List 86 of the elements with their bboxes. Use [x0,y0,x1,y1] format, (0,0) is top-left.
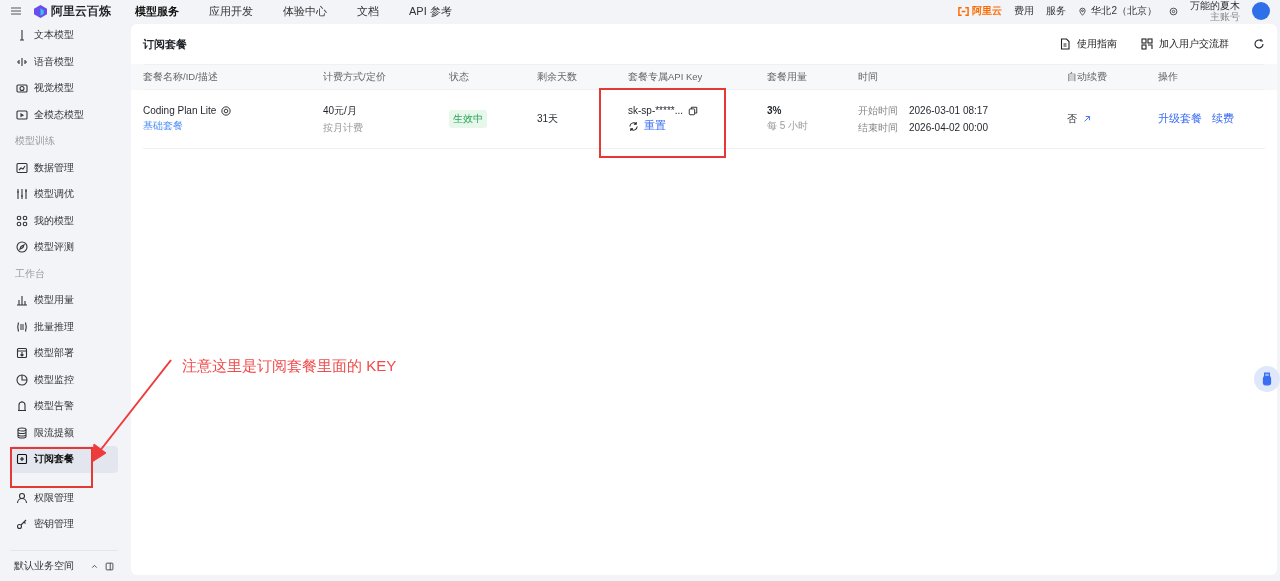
billing-method: 按月计费 [323,120,364,135]
nav-tab[interactable]: 文档 [357,3,379,19]
page-title: 订阅套餐 [143,36,187,52]
sidebar-item[interactable]: 视觉模型 [10,75,118,102]
sidebar-item[interactable]: 模型评测 [10,234,118,261]
user-role: 主账号 [1210,11,1240,22]
nav-tab[interactable]: API 参考 [409,3,452,19]
operation-link[interactable]: 续费 [1212,112,1234,126]
waveform-icon [16,55,28,68]
column-header: 套餐名称/ID/描述 [143,64,323,90]
column-header: 套餐专属API Key [628,64,767,90]
sidebar-item[interactable]: 我的模型 [10,207,118,234]
usage-percent: 3% [767,105,783,116]
start-time: 2026-03-01 08:17 [909,105,988,116]
sidebar-item[interactable]: 批量推理 [10,313,118,340]
sidebar-item[interactable]: 权限管理 [10,484,118,511]
column-header: 套餐用量 [767,64,858,90]
usage-period: 每 5 小时 [767,119,810,133]
camera-icon [16,82,28,95]
sidebar-item[interactable]: 模型部署 [10,340,118,367]
sidebar-item[interactable]: 限流提额 [10,419,118,446]
pie-icon [16,373,28,386]
auto-renew-value: 否 [1067,112,1077,126]
usb-drive-icon [1260,372,1274,386]
refresh-icon [1253,38,1265,50]
column-header: 计费方式/定价 [323,64,449,90]
column-header: 操作 [1158,64,1265,90]
nav-tab[interactable]: 体验中心 [283,3,327,19]
sidebar-item[interactable]: 模型用量 [10,287,118,314]
chart-icon [16,161,28,174]
join-group-button[interactable]: 加入用户交流群 [1141,37,1229,51]
bracket-logo-icon [958,5,970,17]
column-header: 自动续费 [1067,64,1158,90]
sidebar-item[interactable]: 模型监控 [10,366,118,393]
sidebar-section-label: 模型训练 [14,134,56,149]
settings-icon [1169,6,1178,16]
annotation-text: 注意这里是订阅套餐里面的 KEY [182,357,397,376]
plan-name: Coding Plan Lite [143,105,217,116]
guide-button[interactable]: 使用指南 [1059,37,1117,51]
sidebar-item[interactable]: 数据管理 [10,154,118,181]
days-remaining: 31天 [537,112,560,126]
workspace-selector[interactable]: 默认业务空间 [14,559,74,573]
sidebar-item[interactable]: 文本模型 [10,22,118,49]
sidebar-item[interactable]: 语音模型 [10,48,118,75]
region-selector[interactable]: 华北2（北京） [1091,4,1157,18]
brand-name: 阿里云百炼 [51,2,111,20]
sidebar-item[interactable]: 密钥管理 [10,511,118,538]
sidebar-section-label: 工作台 [14,266,46,281]
column-header: 状态 [449,64,537,90]
end-time: 2026-04-02 00:00 [909,122,988,133]
nav-tab[interactable]: 应用开发 [209,3,253,19]
logo-icon [34,4,47,18]
avatar[interactable] [1252,2,1270,20]
bar-chart-icon [16,294,28,307]
location-icon [1078,6,1088,16]
column-header: 剩余天数 [537,64,628,90]
compass-icon [16,241,28,254]
reset-link[interactable]: 重置 [644,119,666,133]
copy-icon [688,105,698,116]
column-header: 时间 [858,64,1067,90]
grid-icon [16,214,28,227]
header-link[interactable]: 服务 [1046,4,1067,18]
sliders-icon [16,188,28,201]
refresh-icon [628,120,639,132]
external-arrow-icon [1082,114,1092,124]
key-icon [16,518,28,531]
document-icon [1059,38,1071,50]
sidebar-item[interactable]: 模型调优 [10,181,118,208]
menu-icon [10,5,22,17]
start-label: 开始时间 [858,103,898,118]
price: 40元/月 [323,103,358,118]
download-box-icon [16,347,28,360]
user-icon [16,491,28,504]
end-label: 结束时间 [858,120,898,135]
qr-grid-icon [1141,38,1153,50]
status-badge: 生效中 [449,110,487,128]
screen-icon [16,108,28,121]
user-name: 万能的夏木 [1190,0,1240,11]
database-icon [16,426,28,439]
nav-tab[interactable]: 模型服务 [135,3,179,19]
sidebar-item[interactable]: 全模态模型 [10,101,118,128]
header-link[interactable]: 费用 [1014,4,1035,18]
sidebar-toggle-icon [105,561,114,571]
sidebar-item[interactable]: 模型告警 [10,393,118,420]
operation-link[interactable]: 升级套餐 [1158,112,1202,126]
api-key: sk-sp-*****... [628,105,683,116]
